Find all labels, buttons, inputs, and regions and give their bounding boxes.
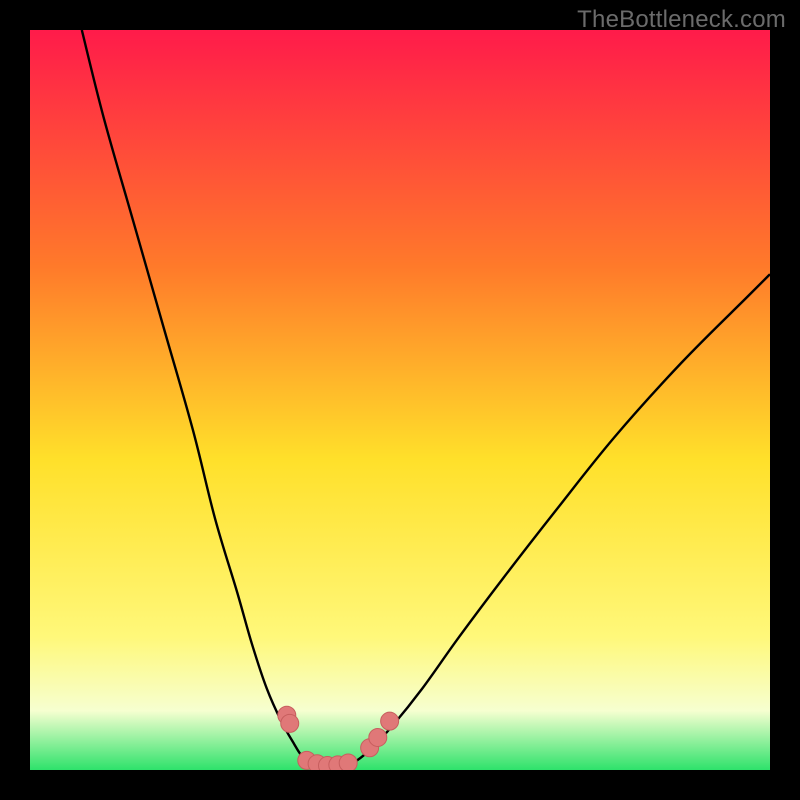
plot-area bbox=[30, 30, 770, 770]
gradient-background bbox=[30, 30, 770, 770]
chart-svg bbox=[30, 30, 770, 770]
data-marker bbox=[381, 712, 399, 730]
data-marker bbox=[339, 754, 357, 770]
chart-frame: TheBottleneck.com bbox=[0, 0, 800, 800]
data-marker bbox=[369, 728, 387, 746]
data-marker bbox=[281, 714, 299, 732]
